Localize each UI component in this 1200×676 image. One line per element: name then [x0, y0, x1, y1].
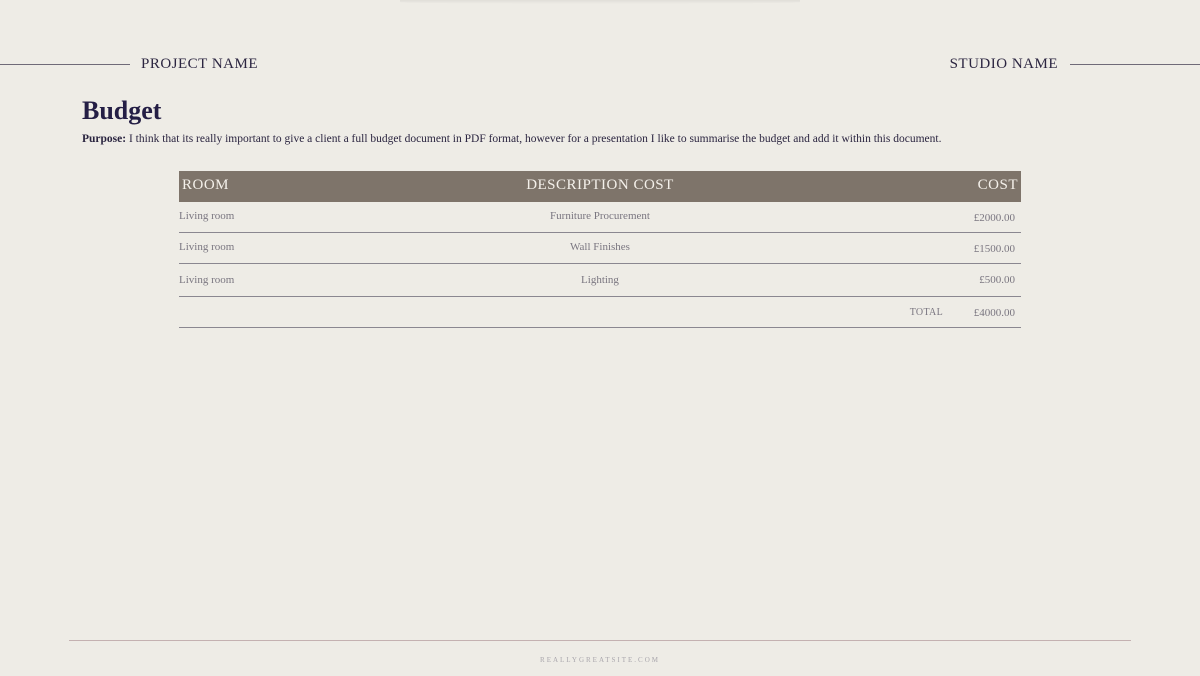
table-header-row: ROOM DESCRIPTION COST COST [179, 171, 1021, 202]
total-value: £4000.00 [973, 307, 1015, 319]
header-divider-right [1070, 64, 1200, 65]
cell-description: Wall Finishes [570, 241, 630, 253]
total-label: TOTAL [909, 307, 943, 318]
cell-description: Furniture Procurement [550, 210, 650, 222]
cell-cost: £2000.00 [973, 212, 1015, 224]
purpose-text: I think that its really important to giv… [126, 133, 942, 145]
total-row: TOTAL £4000.00 [179, 297, 1021, 328]
budget-table: ROOM DESCRIPTION COST COST Living room F… [179, 171, 1021, 328]
header-divider-left [0, 64, 130, 65]
header-description: DESCRIPTION COST [526, 177, 674, 193]
table-row: Living room Furniture Procurement £2000.… [179, 202, 1021, 233]
header-cost: COST [977, 177, 1018, 193]
purpose-label: Purpose: [82, 133, 127, 145]
table-row: Living room Wall Finishes £1500.00 [179, 233, 1021, 264]
table-row: Living room Lighting £500.00 [179, 264, 1021, 297]
cell-cost: £1500.00 [973, 243, 1015, 255]
purpose-paragraph: Purpose: I think that its really importa… [82, 133, 941, 145]
cell-description: Lighting [581, 274, 619, 286]
top-shadow [400, 0, 800, 4]
cell-cost: £500.00 [979, 274, 1015, 286]
page-title: Budget [82, 96, 162, 125]
footer-divider [69, 640, 1131, 641]
footer-website: REALLYGREATSITE.COM [540, 656, 660, 664]
studio-name: STUDIO NAME [949, 56, 1058, 72]
project-name: PROJECT NAME [141, 56, 258, 72]
